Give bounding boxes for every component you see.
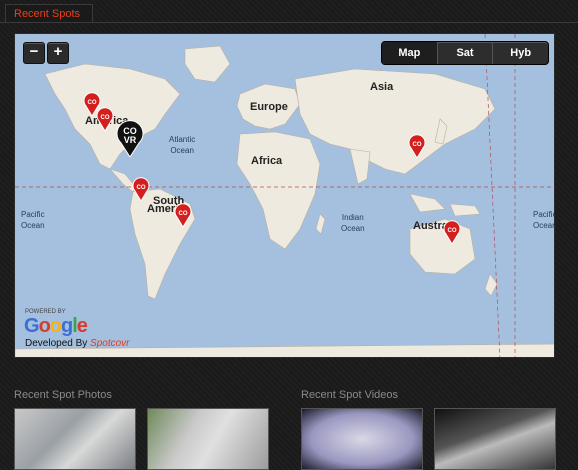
label-asia: Asia [370,81,394,93]
recent-spot-photos-title: Recent Spot Photos [14,389,112,401]
zoom-in-button[interactable]: + [47,42,69,64]
map-view[interactable]: − + Map Sat Hyb Europe Asia Africa Ameri… [14,33,555,358]
google-logo[interactable]: Google [24,315,88,338]
developer-brand[interactable]: Spotcovr [90,338,129,349]
svg-text:CO: CO [179,211,188,217]
svg-text:CO: CO [137,185,146,191]
map-type-sat-button[interactable]: Sat [438,42,494,64]
spot-pin-icon[interactable]: CO [408,134,426,158]
zoom-out-button[interactable]: − [23,42,45,64]
tab-divider [0,22,578,23]
spot-pin-icon[interactable]: CO [96,107,114,131]
svg-text:VR: VR [124,135,137,145]
svg-text:CO: CO [101,115,110,121]
world-map-graphic [15,34,554,357]
map-type-switcher: Map Sat Hyb [381,41,549,65]
map-type-map-button[interactable]: Map [382,42,438,64]
spot-pin-icon[interactable]: CO [132,177,150,201]
recent-spot-videos-title: Recent Spot Videos [301,389,399,401]
spot-pin-icon[interactable]: CO [443,220,461,244]
svg-text:CO: CO [448,228,457,234]
map-type-hyb-button[interactable]: Hyb [493,42,548,64]
photo-thumbnail[interactable] [14,408,136,470]
spot-cluster-pin-icon[interactable]: COVR [115,119,145,157]
developed-by-credit: Developed By Spotcovr [25,338,130,349]
tab-recent-spots[interactable]: Recent Spots [5,4,93,23]
label-pacific-ocean-left: Pacific Ocean [21,210,45,230]
label-europe: Europe [250,101,288,113]
label-indian-ocean: Indian Ocean [341,213,365,233]
label-africa: Africa [251,155,283,167]
svg-text:CO: CO [413,142,422,148]
photo-thumbnail[interactable] [147,408,269,470]
video-thumbnail[interactable] [434,408,556,470]
svg-text:CO: CO [88,100,97,106]
video-thumbnail[interactable] [301,408,423,470]
spot-pin-icon[interactable]: CO [174,203,192,227]
developed-by-label: Developed By [25,338,88,349]
label-pacific-ocean-right: Pacific Ocean [533,210,555,230]
label-atlantic-ocean: Atlantic Ocean [169,135,196,155]
